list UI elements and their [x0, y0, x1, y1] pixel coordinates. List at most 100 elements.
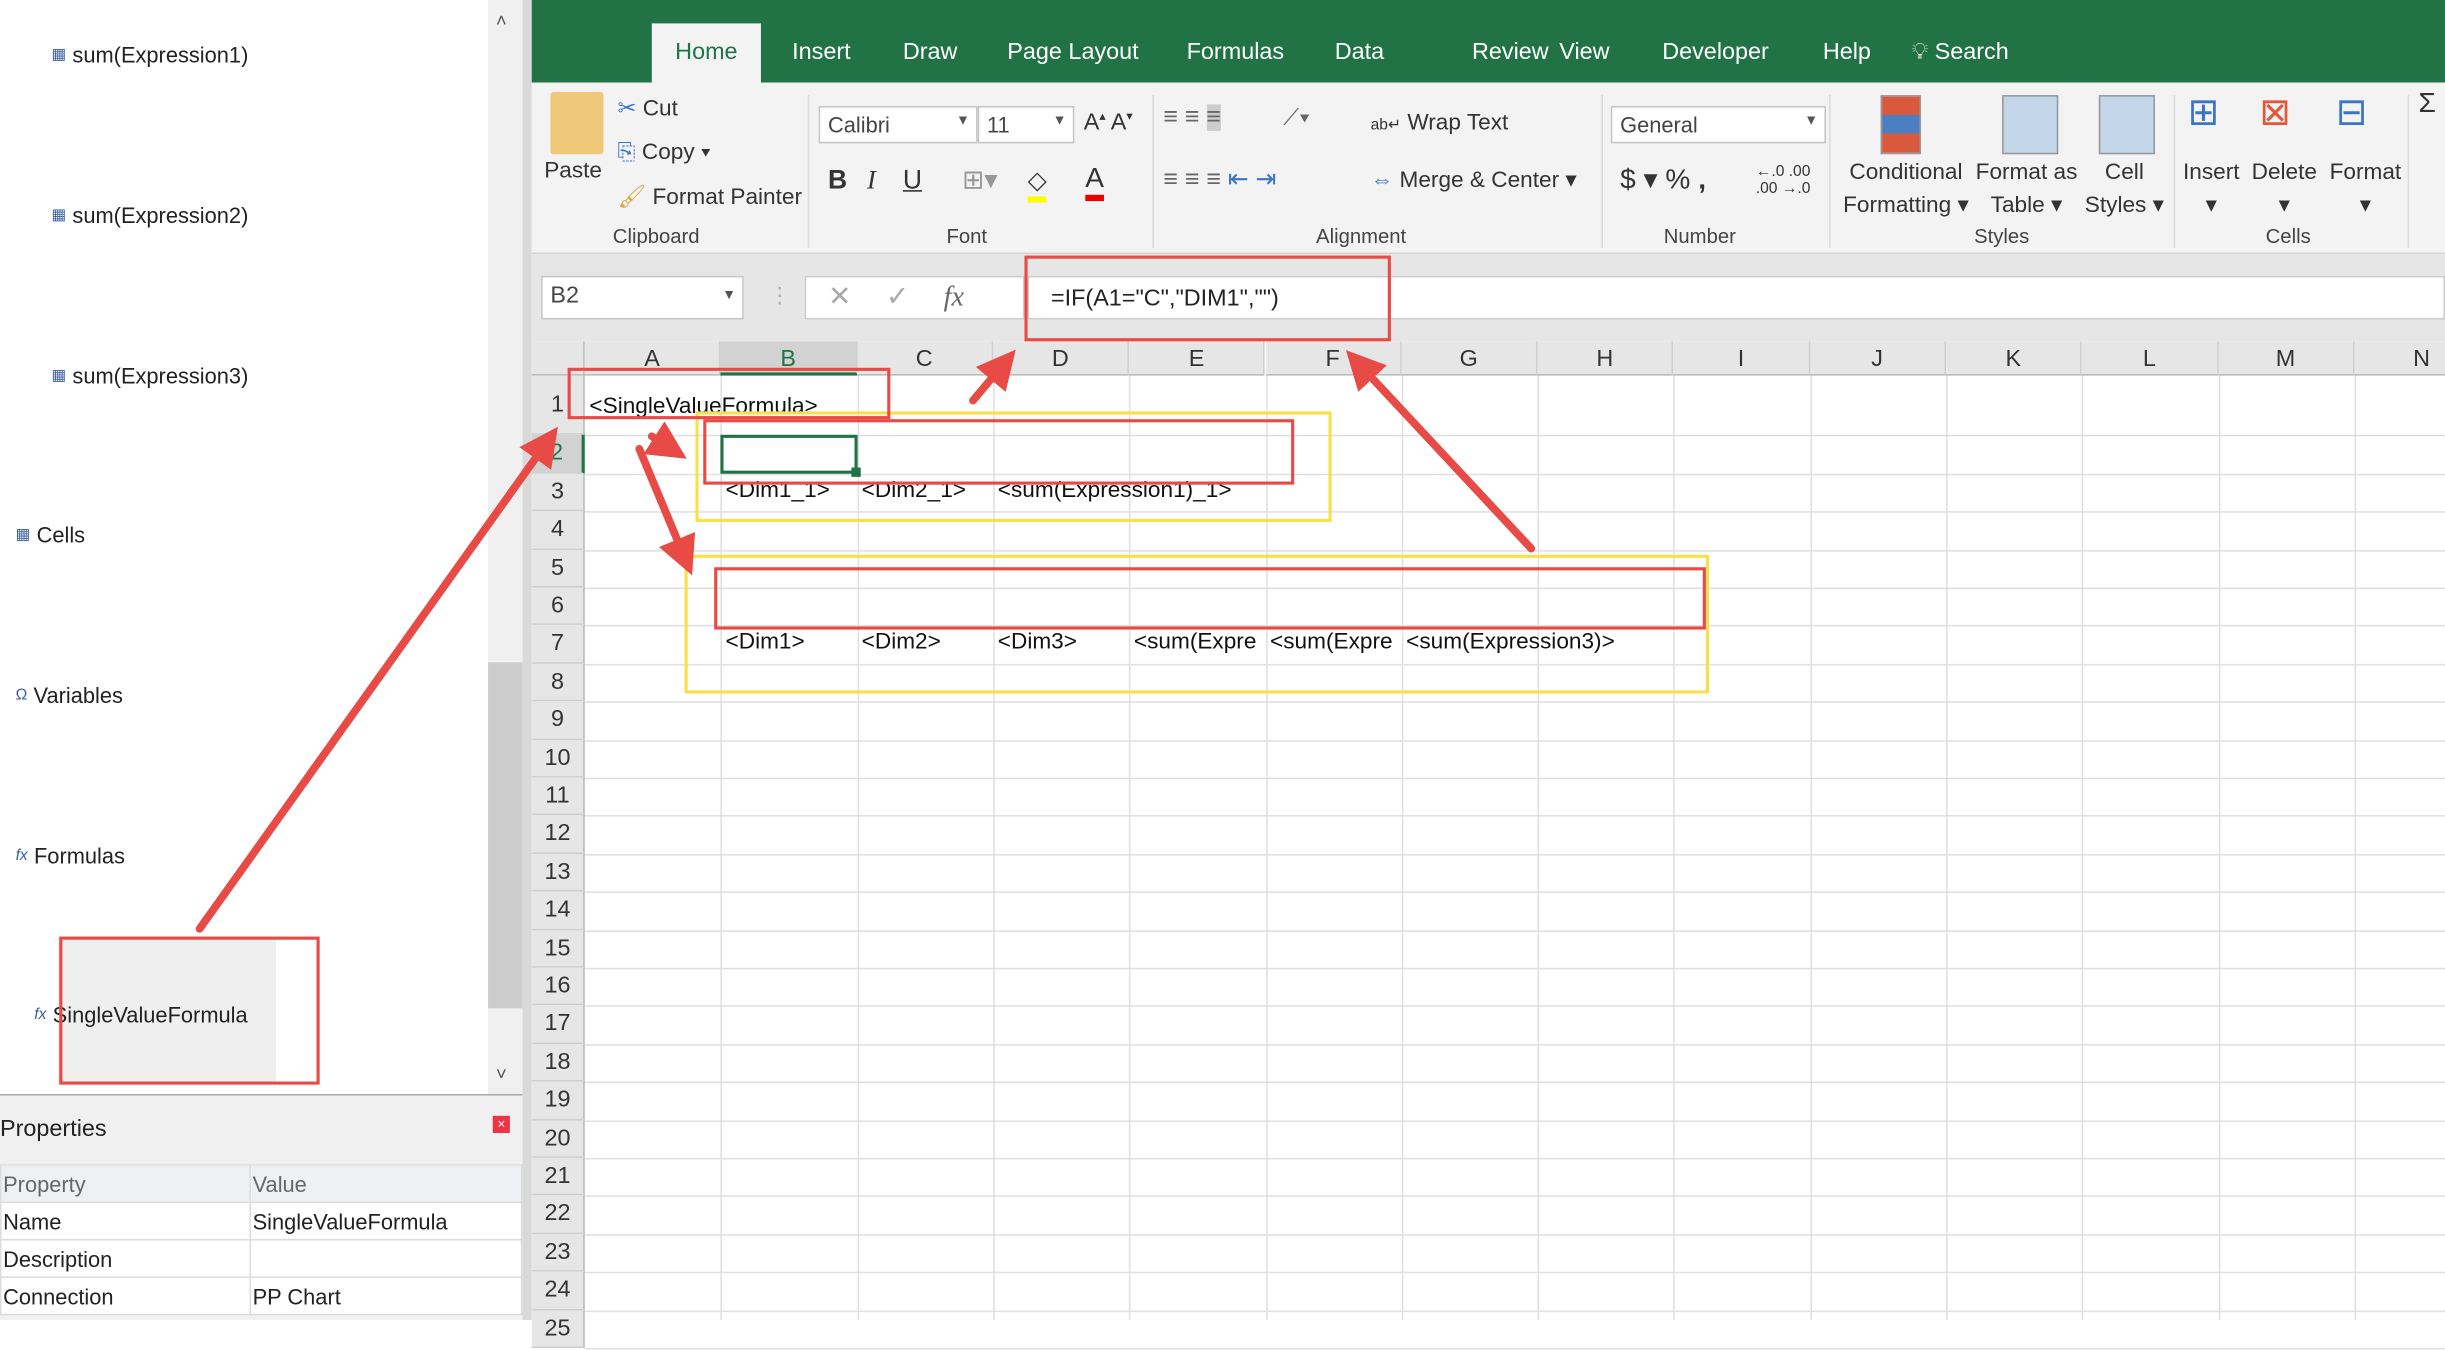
cell-D3[interactable]: <sum(Expression1)_1> — [998, 478, 1232, 503]
row-header-10[interactable]: 10 — [531, 739, 585, 778]
cell-G7[interactable]: <sum(Expression3)> — [1406, 630, 1615, 655]
cell-B7[interactable]: <Dim1> — [726, 630, 805, 655]
tab-home[interactable]: Home — [651, 23, 761, 83]
row-header-7[interactable]: 7 — [531, 625, 585, 664]
row-header-17[interactable]: 17 — [531, 1005, 585, 1044]
row-header-22[interactable]: 22 — [531, 1195, 585, 1234]
column-header-M[interactable]: M — [2218, 341, 2355, 376]
underline-button[interactable]: U — [903, 165, 922, 196]
orientation-icon[interactable]: ⟋▾ — [1283, 106, 1310, 131]
format-as-table-button[interactable]: Format as Table ▾ — [1976, 157, 2078, 222]
tree-item-sum-expression3[interactable]: ▦ sum(Expression3) — [51, 363, 248, 388]
bold-button[interactable]: B — [828, 165, 847, 196]
name-box[interactable]: B2 ▼ — [541, 275, 744, 320]
row-header-25[interactable]: 25 — [531, 1309, 585, 1348]
cancel-icon[interactable]: ✕ — [828, 281, 886, 312]
tree-item-sum-expression1[interactable]: ▦ sum(Expression1) — [51, 42, 248, 67]
row-header-5[interactable]: 5 — [531, 549, 585, 588]
tab-view[interactable]: View — [1536, 23, 1633, 82]
row-header-13[interactable]: 13 — [531, 853, 585, 892]
conditional-formatting-button[interactable]: Conditional Formatting ▾ — [1843, 157, 1969, 222]
align-left-icon[interactable]: ≡ ≡ ≡ ⇤ ⇥ — [1163, 164, 1276, 195]
column-header-G[interactable]: G — [1401, 341, 1538, 376]
tab-developer[interactable]: Developer — [1639, 23, 1792, 82]
insert-cells-icon[interactable]: ⊞ — [2188, 90, 2219, 135]
cell-styles-icon[interactable] — [2098, 95, 2155, 155]
tab-draw[interactable]: Draw — [879, 23, 980, 82]
search-box[interactable]: 💡︎ Search — [1888, 23, 2032, 82]
tree-item-formulas[interactable]: fx Formulas — [16, 843, 125, 868]
increase-font-size-button[interactable]: A▴ A▾ — [1084, 109, 1133, 135]
format-button[interactable]: Format ▾ — [2330, 157, 2402, 222]
column-header-B[interactable]: B — [720, 341, 857, 376]
tree-item-variables[interactable]: Ω Variables — [16, 683, 123, 708]
column-header-C[interactable]: C — [856, 341, 994, 376]
cell-styles-button[interactable]: Cell Styles ▾ — [2085, 157, 2164, 222]
tab-data[interactable]: Data — [1311, 23, 1407, 82]
row-header-21[interactable]: 21 — [531, 1157, 585, 1196]
row-header-18[interactable]: 18 — [531, 1043, 585, 1082]
fill-color-icon[interactable]: ◇ — [1027, 165, 1047, 203]
column-header-H[interactable]: H — [1537, 341, 1674, 376]
scroll-up-icon[interactable]: ˄ — [496, 9, 507, 31]
close-icon[interactable]: × — [492, 1115, 510, 1133]
format-cells-icon[interactable]: ⊟ — [2336, 90, 2367, 135]
row-header-11[interactable]: 11 — [531, 777, 585, 816]
row-header-24[interactable]: 24 — [531, 1271, 585, 1310]
decimal-buttons[interactable]: ←.0 .00.00 →.0 — [1756, 164, 1811, 198]
column-header-J[interactable]: J — [1809, 341, 1946, 376]
align-top-icon[interactable]: ≡ ≡ ≡ — [1163, 104, 1221, 132]
font-color-icon[interactable]: A — [1085, 162, 1105, 202]
paste-button[interactable]: Paste — [544, 159, 602, 184]
merge-center-button[interactable]: ⇔ Merge & Center ▾ — [1371, 168, 1577, 193]
tab-page-layout[interactable]: Page Layout — [984, 23, 1162, 82]
number-format-select[interactable]: General ▼ — [1610, 105, 1826, 144]
column-header-L[interactable]: L — [2082, 341, 2219, 376]
scrollbar-thumb[interactable] — [488, 662, 523, 1009]
spreadsheet-grid[interactable]: A B C D E F G H I J K L M N 1 2 3 4 5 6 7 8 9 10 11 12 13 14 15 16 17 1… — [531, 341, 2445, 1350]
cell-C3[interactable]: <Dim2_1> — [862, 478, 966, 503]
row-header-6[interactable]: 6 — [531, 587, 585, 626]
cell-C7[interactable]: <Dim2> — [862, 630, 941, 655]
currency-button[interactable]: $ ▾ % , — [1620, 164, 1706, 197]
column-header-D[interactable]: D — [993, 341, 1130, 376]
row-header-23[interactable]: 23 — [531, 1233, 585, 1272]
row-header-9[interactable]: 9 — [531, 701, 585, 740]
tab-help[interactable]: Help — [1799, 23, 1894, 82]
row-header-16[interactable]: 16 — [531, 967, 585, 1006]
cell-A1[interactable]: <SingleValueFormula> — [589, 394, 817, 419]
table-row[interactable]: Name SingleValueFormula — [0, 1201, 523, 1241]
table-row[interactable]: Connection PP Chart — [0, 1276, 523, 1316]
formula-input[interactable]: =IF(A1="C","DIM1","") — [1027, 275, 2445, 320]
column-header-E[interactable]: E — [1129, 341, 1266, 376]
font-size-select[interactable]: 11 ▼ — [977, 105, 1075, 144]
row-header-1[interactable]: 1 — [531, 375, 585, 436]
insert-button[interactable]: Insert ▾ — [2183, 157, 2240, 222]
format-painter-button[interactable]: 🖌︎ Format Painter — [617, 184, 802, 210]
row-header-15[interactable]: 15 — [531, 929, 585, 968]
enter-icon[interactable]: ✓ — [886, 281, 944, 312]
tab-insert[interactable]: Insert — [769, 23, 874, 82]
select-all-button[interactable] — [531, 341, 585, 376]
borders-icon[interactable]: ⊞▾ — [962, 165, 998, 196]
delete-cells-icon[interactable]: ⊠ — [2259, 90, 2290, 135]
column-header-K[interactable]: K — [1946, 341, 2083, 376]
wrap-text-button[interactable]: ab↵ Wrap Text — [1371, 111, 1509, 136]
tree-item-singlevalueformula[interactable]: fx SingleValueFormula — [34, 1002, 247, 1027]
fill-handle[interactable] — [850, 467, 861, 477]
scroll-down-icon[interactable]: ˅ — [496, 1063, 507, 1085]
conditional-formatting-icon[interactable] — [1880, 95, 1922, 155]
font-name-select[interactable]: Calibri ▼ — [818, 105, 978, 144]
row-header-14[interactable]: 14 — [531, 891, 585, 930]
copy-button[interactable]: ⎘ Copy ▾ — [617, 140, 710, 165]
row-header-12[interactable]: 12 — [531, 815, 585, 854]
drag-handle-icon[interactable]: ⋮ — [769, 282, 791, 308]
paste-icon[interactable] — [550, 91, 604, 155]
cut-button[interactable]: ✂ Cut — [617, 97, 677, 122]
fx-icon[interactable]: fx — [944, 281, 964, 312]
format-as-table-icon[interactable] — [2002, 95, 2059, 155]
column-header-A[interactable]: A — [584, 341, 721, 376]
cell-D7[interactable]: <Dim3> — [998, 630, 1077, 655]
column-header-F[interactable]: F — [1265, 341, 1402, 376]
column-header-N[interactable]: N — [2354, 341, 2445, 376]
